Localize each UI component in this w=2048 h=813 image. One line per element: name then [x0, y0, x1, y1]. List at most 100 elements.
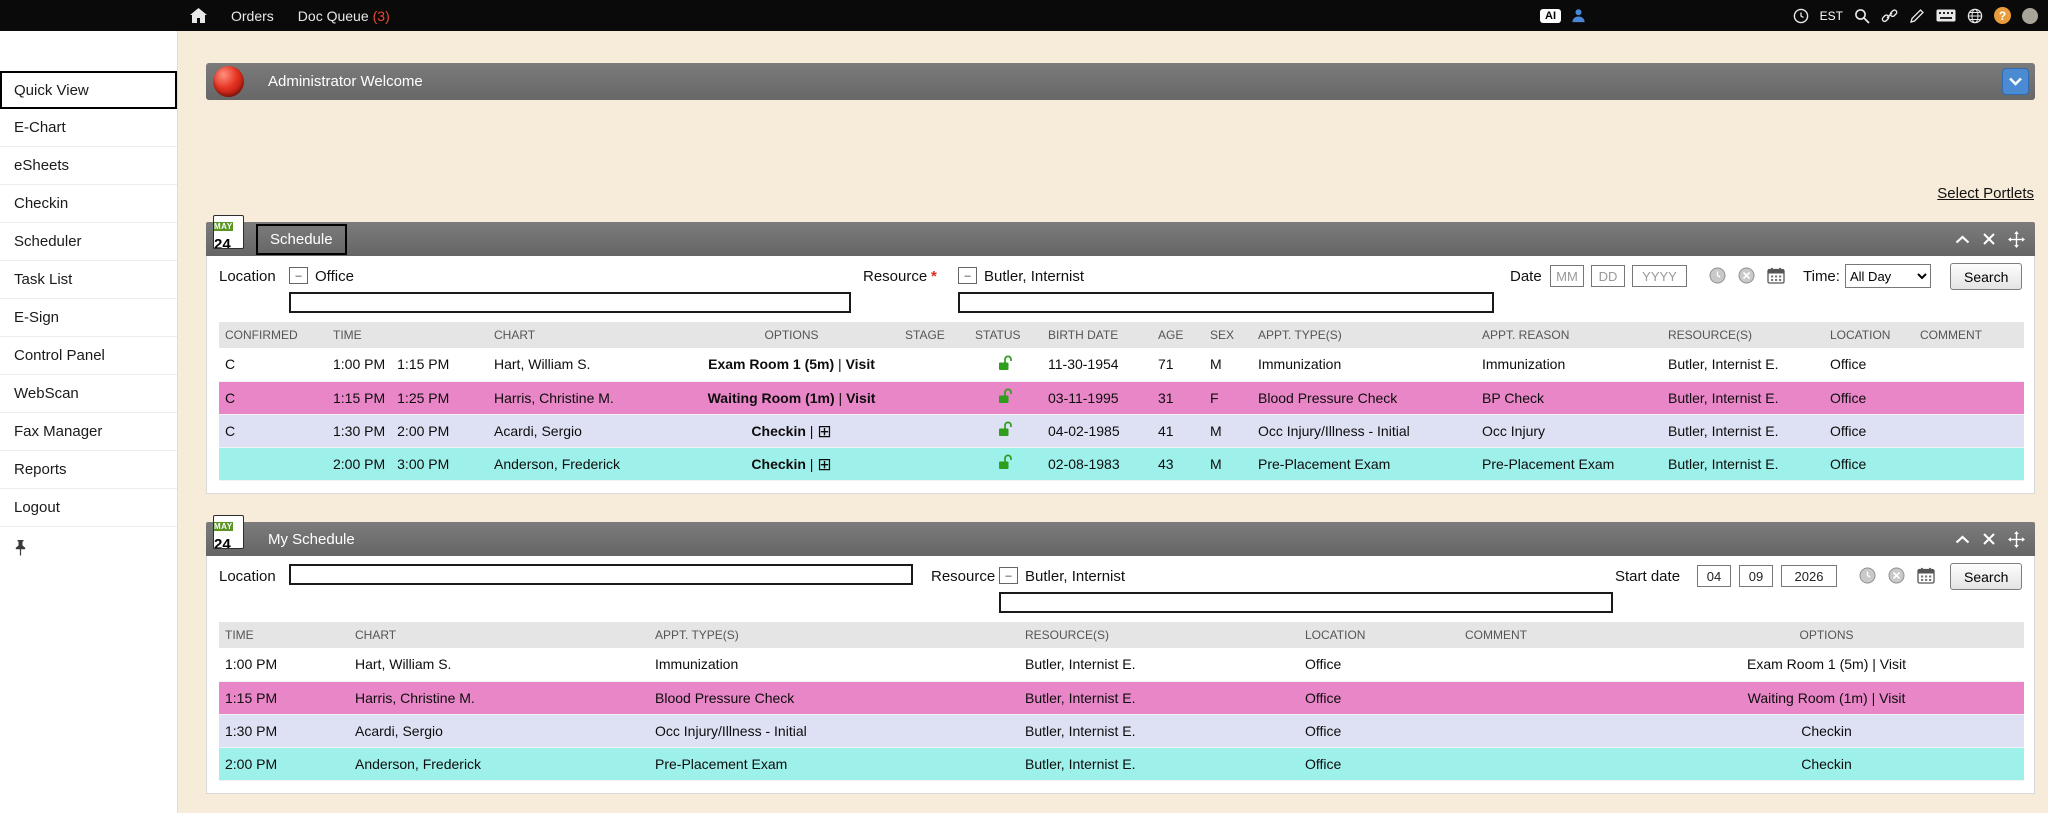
collapse-icon[interactable]: [1955, 235, 1970, 244]
option-checkin-link[interactable]: Checkin: [751, 456, 805, 472]
close-icon[interactable]: [1983, 233, 1995, 245]
date-dd-input[interactable]: [1591, 265, 1625, 287]
resource-selected-value: Butler, Internist: [1025, 568, 1125, 585]
my-schedule-row[interactable]: 1:30 PM Acardi, Sergio Occ Injury/Illnes…: [219, 714, 2024, 747]
option-room-link[interactable]: Exam Room 1 (5m): [708, 356, 834, 372]
expand-plus-icon[interactable]: ⊞: [817, 422, 831, 441]
time-picker-icon[interactable]: [1709, 267, 1726, 284]
move-icon[interactable]: [2008, 231, 2025, 248]
search-icon[interactable]: [1854, 8, 1870, 24]
move-icon[interactable]: [2008, 531, 2025, 548]
timezone-label: EST: [1820, 9, 1843, 23]
col-confirmed: CONFIRMED: [219, 322, 327, 348]
location-lookup-button[interactable]: –: [289, 267, 308, 284]
unlocked-icon[interactable]: [998, 358, 1013, 374]
location-input[interactable]: [289, 292, 851, 313]
col-age: AGE: [1152, 322, 1204, 348]
expand-plus-icon[interactable]: ⊞: [817, 455, 831, 474]
my-schedule-row[interactable]: 1:00 PM Hart, William S. Immunization Bu…: [219, 648, 2024, 681]
sidebar-item-checkin[interactable]: Checkin: [0, 185, 177, 223]
nav-orders[interactable]: Orders: [231, 8, 274, 24]
sidebar-item-scheduler[interactable]: Scheduler: [0, 223, 177, 261]
user-icon[interactable]: [1571, 8, 1586, 23]
unlocked-icon[interactable]: [998, 457, 1013, 473]
sidebar-item-control-panel[interactable]: Control Panel: [0, 337, 177, 375]
help-icon[interactable]: ?: [1994, 7, 2011, 24]
start-yyyy-input[interactable]: [1781, 565, 1837, 587]
cell-stage: [899, 381, 969, 414]
sidebar-item-reports[interactable]: Reports: [0, 451, 177, 489]
col-options: OPTIONS: [684, 322, 899, 348]
globe-icon[interactable]: [1967, 8, 1983, 24]
resource-selected-value: Butler, Internist: [984, 268, 1084, 285]
resource-lookup-button[interactable]: –: [958, 267, 977, 284]
cell-confirmed: [219, 447, 327, 480]
start-dd-input[interactable]: [1739, 565, 1773, 587]
options-link[interactable]: Checkin: [1801, 756, 1852, 772]
sidebar-item-esheets[interactable]: eSheets: [0, 147, 177, 185]
options-link[interactable]: Checkin: [1801, 723, 1852, 739]
unlocked-icon[interactable]: [998, 391, 1013, 407]
welcome-collapse-button[interactable]: [2002, 68, 2029, 95]
cell-location: Office: [1299, 681, 1459, 714]
pin-icon[interactable]: [14, 539, 177, 561]
topbar-cluster-tools: EST ?: [1793, 7, 2038, 24]
calendar-day: 24: [214, 236, 231, 249]
calendar-picker-icon[interactable]: [1767, 267, 1785, 284]
options-link[interactable]: Waiting Room (1m) | Visit: [1748, 690, 1906, 706]
cell-birth-date: 02-08-1983: [1042, 447, 1152, 480]
nav-doc-queue[interactable]: Doc Queue(3): [298, 8, 390, 24]
option-separator: |: [810, 456, 814, 472]
status-circle-icon[interactable]: [2022, 8, 2038, 24]
option-visit-link[interactable]: Visit: [846, 390, 875, 406]
close-icon[interactable]: [1983, 533, 1995, 545]
ai-badge[interactable]: AI: [1540, 9, 1561, 23]
cell-appt-type: Immunization: [649, 648, 1019, 681]
option-checkin-link[interactable]: Checkin: [751, 423, 805, 439]
sidebar-item-task-list[interactable]: Task List: [0, 261, 177, 299]
option-visit-link[interactable]: Visit: [846, 356, 875, 372]
sidebar-item-logout[interactable]: Logout: [0, 489, 177, 527]
sidebar-item-e-sign[interactable]: E-Sign: [0, 299, 177, 337]
sidebar-item-fax-manager[interactable]: Fax Manager: [0, 413, 177, 451]
resource-input[interactable]: [999, 592, 1613, 613]
time-picker-icon[interactable]: [1859, 567, 1876, 584]
options-link[interactable]: Exam Room 1 (5m) | Visit: [1747, 656, 1906, 672]
schedule-row[interactable]: 2:00 PM3:00 PM Anderson, Frederick Check…: [219, 447, 2024, 480]
date-mm-input[interactable]: [1550, 265, 1584, 287]
option-separator: |: [810, 423, 814, 439]
schedule-row[interactable]: C 1:30 PM2:00 PM Acardi, Sergio Checkin …: [219, 414, 2024, 447]
my-schedule-row[interactable]: 2:00 PM Anderson, Frederick Pre-Placemen…: [219, 747, 2024, 780]
schedule-row[interactable]: C 1:15 PM1:25 PM Harris, Christine M. Wa…: [219, 381, 2024, 414]
keyboard-icon[interactable]: [1936, 9, 1956, 22]
unlocked-icon[interactable]: [998, 424, 1013, 440]
search-button[interactable]: Search: [1950, 263, 2022, 290]
search-button[interactable]: Search: [1950, 563, 2022, 590]
pencil-icon[interactable]: [1909, 8, 1925, 24]
start-mm-input[interactable]: [1697, 565, 1731, 587]
col-comment: COMMENT: [1914, 322, 2024, 348]
select-portlets-link[interactable]: Select Portlets: [1937, 185, 2034, 202]
clear-date-icon[interactable]: [1888, 567, 1905, 584]
calendar-picker-icon[interactable]: [1917, 567, 1935, 584]
home-icon[interactable]: [190, 8, 207, 23]
resource-lookup-button[interactable]: –: [999, 567, 1018, 584]
clear-date-icon[interactable]: [1738, 267, 1755, 284]
schedule-row[interactable]: C 1:00 PM1:15 PM Hart, William S. Exam R…: [219, 348, 2024, 381]
link-icon[interactable]: [1881, 8, 1898, 24]
time-select[interactable]: All Day: [1845, 264, 1931, 288]
clock-icon[interactable]: [1793, 8, 1809, 24]
my-schedule-row[interactable]: 1:15 PM Harris, Christine M. Blood Press…: [219, 681, 2024, 714]
location-input[interactable]: [289, 564, 913, 585]
cell-location: Office: [1824, 381, 1914, 414]
option-room-link[interactable]: Waiting Room (1m): [708, 390, 835, 406]
calendar-date-icon: MAY 24: [213, 515, 244, 549]
cell-options: Waiting Room (1m) | Visit: [684, 381, 899, 414]
sidebar-item-e-chart[interactable]: E-Chart: [0, 109, 177, 147]
sidebar-item-webscan[interactable]: WebScan: [0, 375, 177, 413]
sidebar-item-quick-view[interactable]: Quick View: [0, 71, 177, 109]
date-yyyy-input[interactable]: [1632, 265, 1687, 287]
collapse-icon[interactable]: [1955, 535, 1970, 544]
cell-appt-type: Occ Injury/Illness - Initial: [649, 714, 1019, 747]
resource-input[interactable]: [958, 292, 1494, 313]
